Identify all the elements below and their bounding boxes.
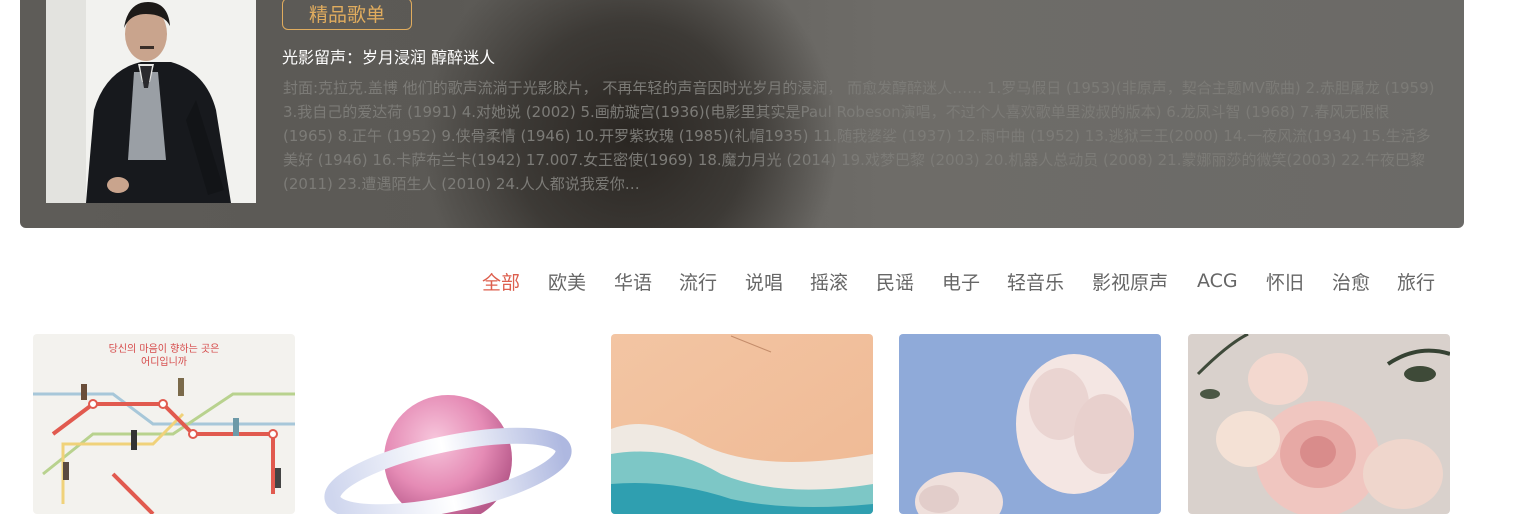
planet-cover xyxy=(322,334,584,514)
subway-map-cover: 당신의 마음이 향하는 곳은 어디입니까 xyxy=(33,334,295,514)
tab-rap[interactable]: 说唱 xyxy=(745,268,783,298)
playlist-cover-image[interactable] xyxy=(46,0,256,203)
portrait-illustration xyxy=(46,0,256,203)
playlist-title[interactable]: 光影留声：岁月浸润 醇醉迷人 xyxy=(282,47,495,69)
tab-acg[interactable]: ACG xyxy=(1197,266,1238,296)
featured-playlist-banner[interactable]: 精品歌单 光影留声：岁月浸润 醇醉迷人 封面:克拉克.盖博 他们的歌声流淌于光影… xyxy=(20,0,1464,228)
tab-chinese[interactable]: 华语 xyxy=(614,268,652,298)
tab-healing[interactable]: 治愈 xyxy=(1332,268,1370,298)
playlist-card-2[interactable] xyxy=(322,334,584,514)
cover-caption-line1: 당신의 마음이 향하는 곳은 xyxy=(109,342,220,355)
pink-rose-bouquet-cover xyxy=(1188,334,1450,514)
tab-soundtrack[interactable]: 影视原声 xyxy=(1092,268,1168,298)
tab-western[interactable]: 欧美 xyxy=(548,268,586,298)
tab-electronic[interactable]: 电子 xyxy=(942,268,980,298)
playlist-card-5[interactable] xyxy=(1188,334,1450,514)
tab-pop[interactable]: 流行 xyxy=(679,268,717,298)
beach-cover xyxy=(611,334,873,514)
cover-caption-line2: 어디입니까 xyxy=(141,355,187,368)
tab-rock[interactable]: 摇滚 xyxy=(810,268,848,298)
category-tabs: 全部 欧美 华语 流行 说唱 摇滚 民谣 电子 轻音乐 影视原声 ACG 怀旧 … xyxy=(0,268,1522,298)
tab-travel[interactable]: 旅行 xyxy=(1397,268,1435,298)
playlist-card-4[interactable] xyxy=(899,334,1161,514)
premium-playlist-tag-button[interactable]: 精品歌单 xyxy=(282,0,412,30)
tab-folk[interactable]: 民谣 xyxy=(876,268,914,298)
playlist-description: 封面:克拉克.盖博 他们的歌声流淌于光影胶片， 不再年轻的声音因时光岁月的浸润，… xyxy=(283,79,1435,193)
white-rose-sky-cover xyxy=(899,334,1161,514)
playlist-card-1[interactable]: 당신의 마음이 향하는 곳은 어디입니까 xyxy=(33,334,295,514)
playlist-card-3[interactable] xyxy=(611,334,873,514)
tab-nostalgia[interactable]: 怀旧 xyxy=(1266,268,1304,298)
tab-light-music[interactable]: 轻音乐 xyxy=(1007,268,1064,298)
tab-all[interactable]: 全部 xyxy=(482,268,520,298)
